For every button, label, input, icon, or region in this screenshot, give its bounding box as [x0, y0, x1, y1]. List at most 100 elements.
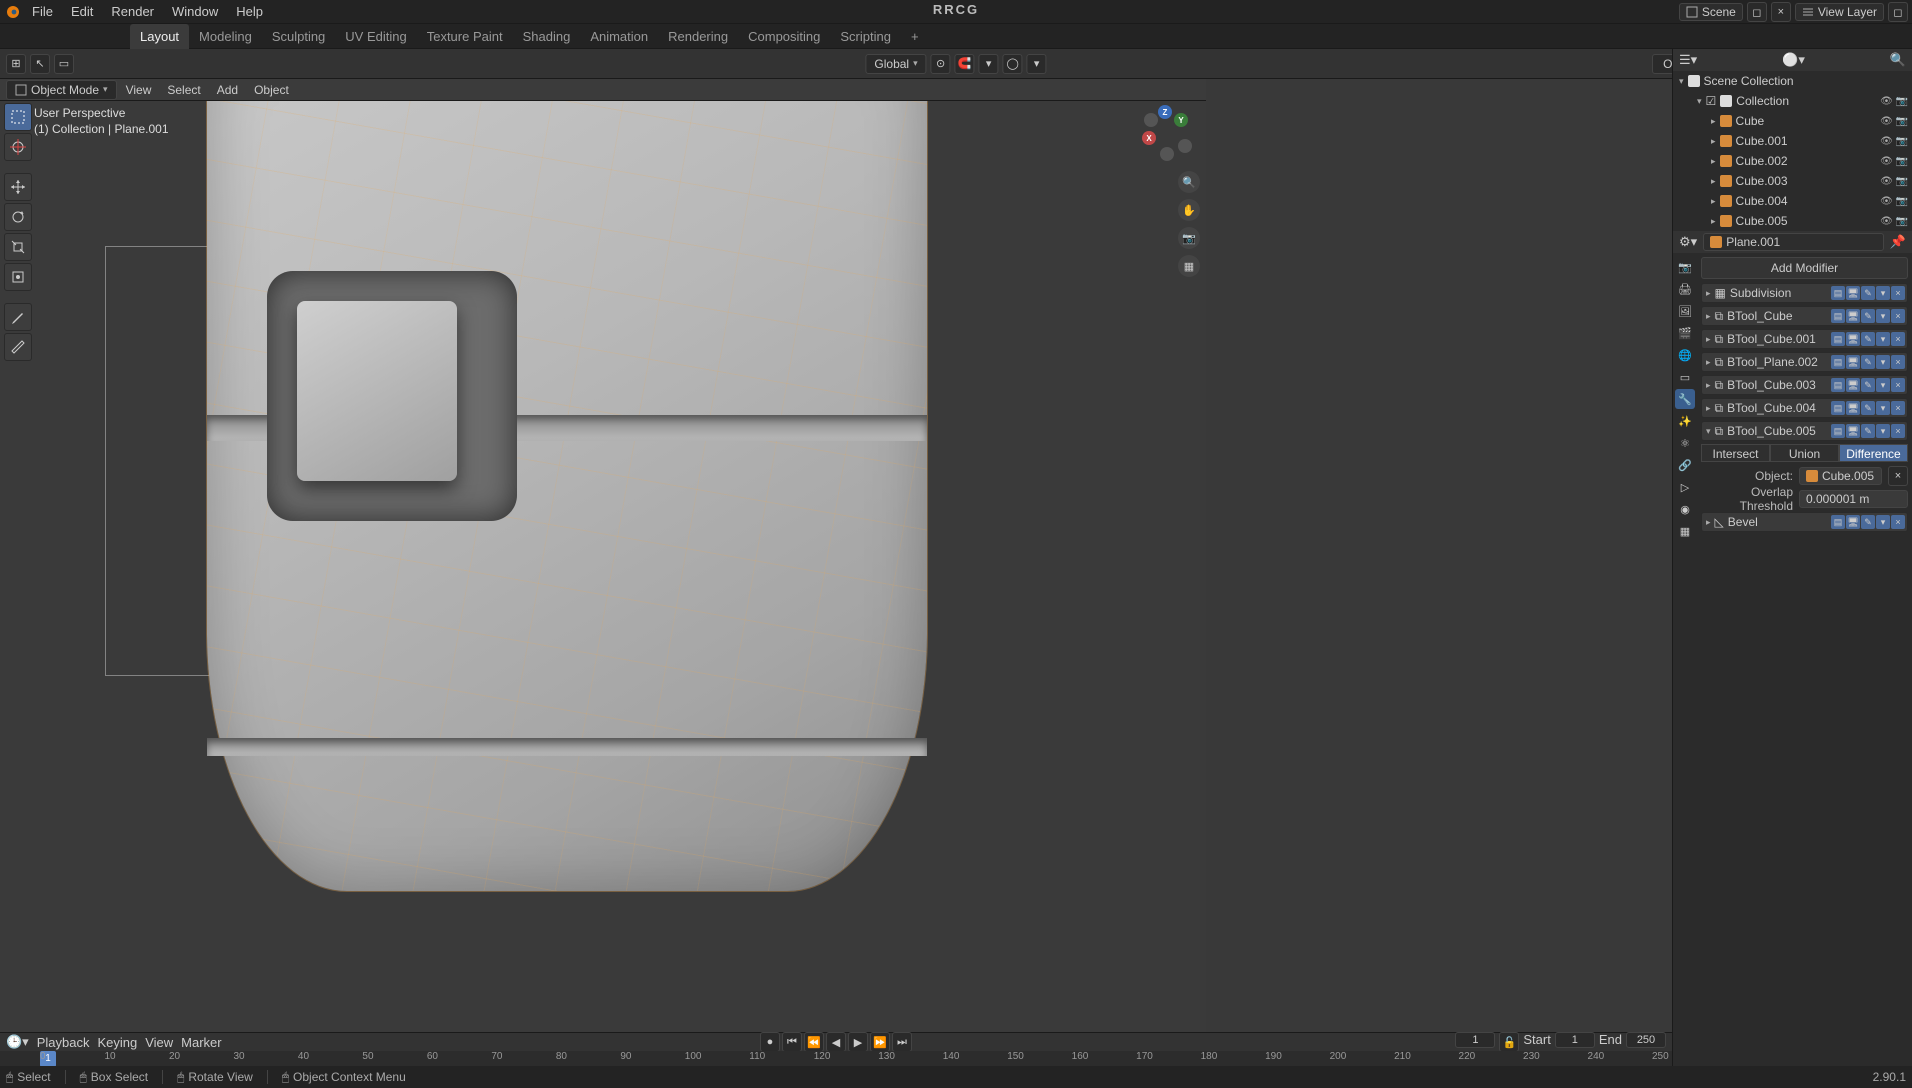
tool-measure[interactable] — [4, 333, 32, 361]
tl-menu-keying[interactable]: Keying — [97, 1035, 137, 1050]
play-reverse-icon[interactable]: ◀ — [826, 1032, 846, 1052]
workspace-animation[interactable]: Animation — [580, 24, 658, 49]
viewport-menu-view[interactable]: View — [119, 79, 159, 101]
workspace-add[interactable]: + — [901, 24, 929, 49]
pivot-icon[interactable]: ⊙ — [931, 54, 951, 74]
tool-annotate[interactable] — [4, 303, 32, 331]
modifier-item-expanded[interactable]: ▾⧉BTool_Cube.005▤🖥✎▾× — [1701, 421, 1908, 441]
select-tool-icon[interactable]: ▭ — [54, 54, 74, 74]
workspace-layout[interactable]: Layout — [130, 24, 189, 49]
tool-move[interactable] — [4, 173, 32, 201]
camera-view-icon[interactable]: 📷 — [1178, 227, 1200, 249]
snap-icon[interactable]: 🧲 — [955, 54, 975, 74]
boolean-object-field[interactable]: Cube.005 — [1799, 467, 1882, 485]
outliner-item[interactable]: ▸Cube.003👁 📷 — [1673, 171, 1912, 191]
modifier-item[interactable]: ▸⧉BTool_Plane.002▤🖥✎▾× — [1701, 352, 1908, 372]
3d-viewport[interactable]: User Perspective (1) Collection | Plane.… — [0, 101, 1206, 1032]
outliner-editor-icon[interactable]: ☰▾ — [1679, 52, 1697, 68]
orientation-dropdown[interactable]: Global ▾ — [865, 54, 926, 74]
outliner-collection[interactable]: ▾☑ Collection 👁 📷 — [1673, 91, 1912, 111]
pan-icon[interactable]: ✋ — [1178, 199, 1200, 221]
end-frame-field[interactable]: 250 — [1626, 1032, 1666, 1048]
navigation-gizmo[interactable]: Y X Z — [1136, 105, 1196, 165]
editor-type-icon[interactable]: ⊞ — [6, 54, 26, 74]
menu-help[interactable]: Help — [228, 0, 271, 24]
tl-menu-playback[interactable]: Playback — [37, 1035, 90, 1050]
ptab-particles[interactable]: ✨ — [1675, 411, 1695, 431]
menu-edit[interactable]: Edit — [63, 0, 101, 24]
ptab-world[interactable]: 🌐 — [1675, 345, 1695, 365]
overlap-threshold-field[interactable]: 0.000001 m — [1799, 490, 1908, 508]
tool-select-box[interactable] — [4, 103, 32, 131]
tool-scale[interactable] — [4, 233, 32, 261]
outliner-item[interactable]: ▸Cube.005👁 📷 — [1673, 211, 1912, 231]
ptab-constraints[interactable]: 🔗 — [1675, 455, 1695, 475]
ptab-viewlayer[interactable]: 🖼 — [1675, 301, 1695, 321]
workspace-shading[interactable]: Shading — [513, 24, 581, 49]
proportional-icon[interactable]: ◯ — [1003, 54, 1023, 74]
tl-menu-marker[interactable]: Marker — [181, 1035, 221, 1050]
start-frame-field[interactable]: 1 — [1555, 1032, 1595, 1048]
outliner-item[interactable]: ▸Cube.002👁 📷 — [1673, 151, 1912, 171]
keyframe-next-icon[interactable]: ⏩ — [870, 1032, 890, 1052]
menu-render[interactable]: Render — [103, 0, 162, 24]
outliner-search-icon[interactable]: 🔍 — [1890, 52, 1906, 68]
modifier-item[interactable]: ▸◺Bevel▤🖥✎▾× — [1701, 512, 1908, 532]
outliner[interactable]: ▾ Scene Collection ▾☑ Collection 👁 📷 ▸Cu… — [1673, 71, 1912, 231]
workspace-texpaint[interactable]: Texture Paint — [417, 24, 513, 49]
viewlayer-selector[interactable]: View Layer — [1795, 3, 1884, 21]
scene-new-icon[interactable]: ◻ — [1747, 2, 1767, 22]
tool-transform[interactable] — [4, 263, 32, 291]
workspace-uv[interactable]: UV Editing — [335, 24, 416, 49]
ptab-material[interactable]: ◉ — [1675, 499, 1695, 519]
timeline-track[interactable]: 1 01020304050607080901001101201301401501… — [0, 1051, 1672, 1067]
viewport-menu-add[interactable]: Add — [210, 79, 245, 101]
timeline-editor-icon[interactable]: 🕒▾ — [6, 1034, 29, 1050]
modifier-item[interactable]: ▸⧉BTool_Cube.001▤🖥✎▾× — [1701, 329, 1908, 349]
tl-menu-view[interactable]: View — [145, 1035, 173, 1050]
outliner-item[interactable]: ▸Cube.004👁 📷 — [1673, 191, 1912, 211]
workspace-sculpting[interactable]: Sculpting — [262, 24, 335, 49]
ptab-modifiers[interactable]: 🔧 — [1675, 389, 1695, 409]
zoom-icon[interactable]: 🔍 — [1178, 171, 1200, 193]
workspace-scripting[interactable]: Scripting — [830, 24, 901, 49]
persp-ortho-icon[interactable]: ▦ — [1178, 255, 1200, 277]
menu-window[interactable]: Window — [164, 0, 226, 24]
ptab-texture[interactable]: ▦ — [1675, 521, 1695, 541]
viewport-menu-select[interactable]: Select — [160, 79, 207, 101]
boolean-intersect[interactable]: Intersect — [1701, 444, 1770, 462]
outliner-item[interactable]: ▸Cube.001👁 📷 — [1673, 131, 1912, 151]
ptab-mesh[interactable]: ▷ — [1675, 477, 1695, 497]
modifier-item[interactable]: ▸⧉BTool_Cube▤🖥✎▾× — [1701, 306, 1908, 326]
workspace-modeling[interactable]: Modeling — [189, 24, 262, 49]
frame-lock-icon[interactable]: 🔓 — [1499, 1032, 1519, 1052]
viewlayer-new-icon[interactable]: ◻ — [1888, 2, 1908, 22]
mode-dropdown[interactable]: Object Mode ▾ — [6, 80, 117, 100]
ptab-physics[interactable]: ⚛ — [1675, 433, 1695, 453]
current-frame-field[interactable]: 1 — [1455, 1032, 1495, 1048]
auto-key-icon[interactable]: ● — [760, 1032, 780, 1052]
scene-delete-icon[interactable]: × — [1771, 2, 1791, 22]
properties-context-object[interactable]: Plane.001 — [1703, 233, 1884, 251]
outliner-item[interactable]: ▸Cube👁 📷 — [1673, 111, 1912, 131]
ptab-object[interactable]: ▭ — [1675, 367, 1695, 387]
scene-selector[interactable]: Scene — [1679, 3, 1743, 21]
proportional-type-icon[interactable]: ▾ — [1027, 54, 1047, 74]
boolean-object-clear-icon[interactable]: × — [1888, 466, 1908, 486]
cursor-tool-icon[interactable]: ↖ — [30, 54, 50, 74]
outliner-filter-icon[interactable]: ⚪▾ — [1782, 52, 1805, 68]
workspace-compositing[interactable]: Compositing — [738, 24, 830, 49]
outliner-scene-collection[interactable]: ▾ Scene Collection — [1673, 71, 1912, 91]
keyframe-prev-icon[interactable]: ⏪ — [804, 1032, 824, 1052]
jump-start-icon[interactable]: ⏮ — [782, 1032, 802, 1052]
boolean-union[interactable]: Union — [1770, 444, 1839, 462]
modifier-item[interactable]: ▸⧉BTool_Cube.004▤🖥✎▾× — [1701, 398, 1908, 418]
jump-end-icon[interactable]: ⏭ — [892, 1032, 912, 1052]
snap-type-icon[interactable]: ▾ — [979, 54, 999, 74]
timeline[interactable]: 🕒▾ Playback Keying View Marker ● ⏮ ⏪ ◀ ▶… — [0, 1032, 1672, 1066]
tool-rotate[interactable] — [4, 203, 32, 231]
boolean-difference[interactable]: Difference — [1839, 444, 1908, 462]
ptab-output[interactable]: 🖨 — [1675, 279, 1695, 299]
menu-file[interactable]: File — [24, 0, 61, 24]
modifier-item[interactable]: ▸⧉BTool_Cube.003▤🖥✎▾× — [1701, 375, 1908, 395]
